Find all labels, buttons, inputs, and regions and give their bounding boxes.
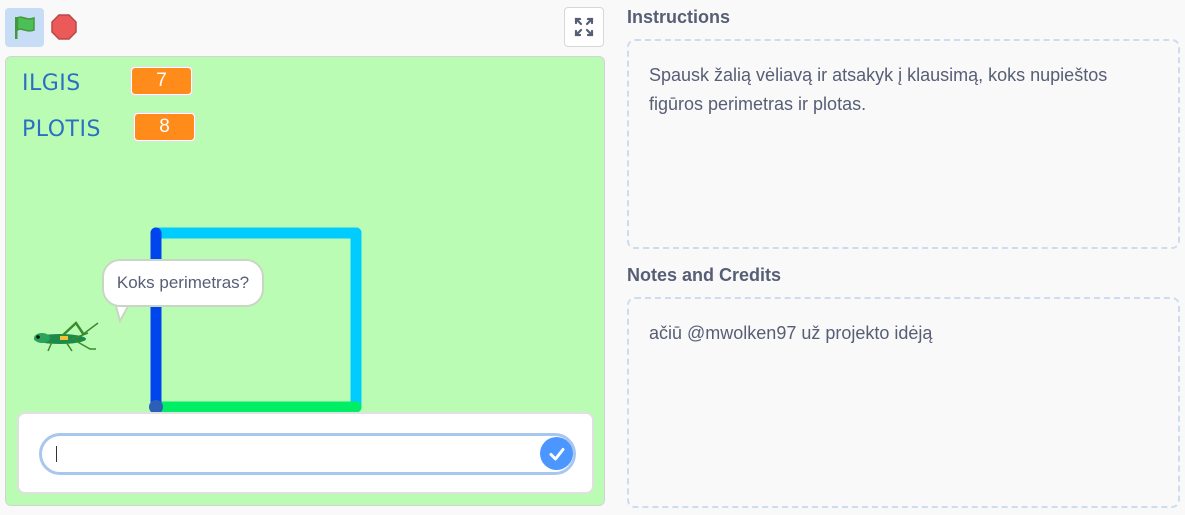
stop-button[interactable] [50, 12, 78, 42]
grasshopper-sprite [34, 321, 99, 352]
project-stage[interactable]: ILGIS 7 PLOTIS 8 Koks perimetras? [5, 56, 605, 506]
instructions-heading: Instructions [627, 7, 731, 27]
instructions-panel[interactable]: Spausk žalią vėliavą ir atsakyk į klausi… [627, 39, 1180, 249]
notes-heading: Notes and Credits [627, 265, 782, 285]
notes-text: ačiū @mwolken97 už projekto idėją [649, 323, 933, 343]
green-flag-button[interactable] [5, 8, 44, 47]
stop-sign-icon [51, 14, 77, 40]
ask-prompt-box [17, 412, 594, 494]
notes-panel[interactable]: ačiū @mwolken97 už projekto idėją [627, 297, 1180, 508]
text-caret [56, 446, 57, 462]
speech-bubble: Koks perimetras? [102, 259, 264, 307]
fullscreen-icon [574, 17, 594, 37]
fullscreen-button[interactable] [564, 7, 604, 47]
instructions-text: Spausk žalią vėliavą ir atsakyk į klausi… [649, 65, 1108, 114]
answer-input[interactable] [39, 433, 576, 475]
checkmark-icon [549, 447, 564, 460]
green-flag-icon [14, 15, 35, 39]
submit-answer-button[interactable] [540, 437, 573, 470]
